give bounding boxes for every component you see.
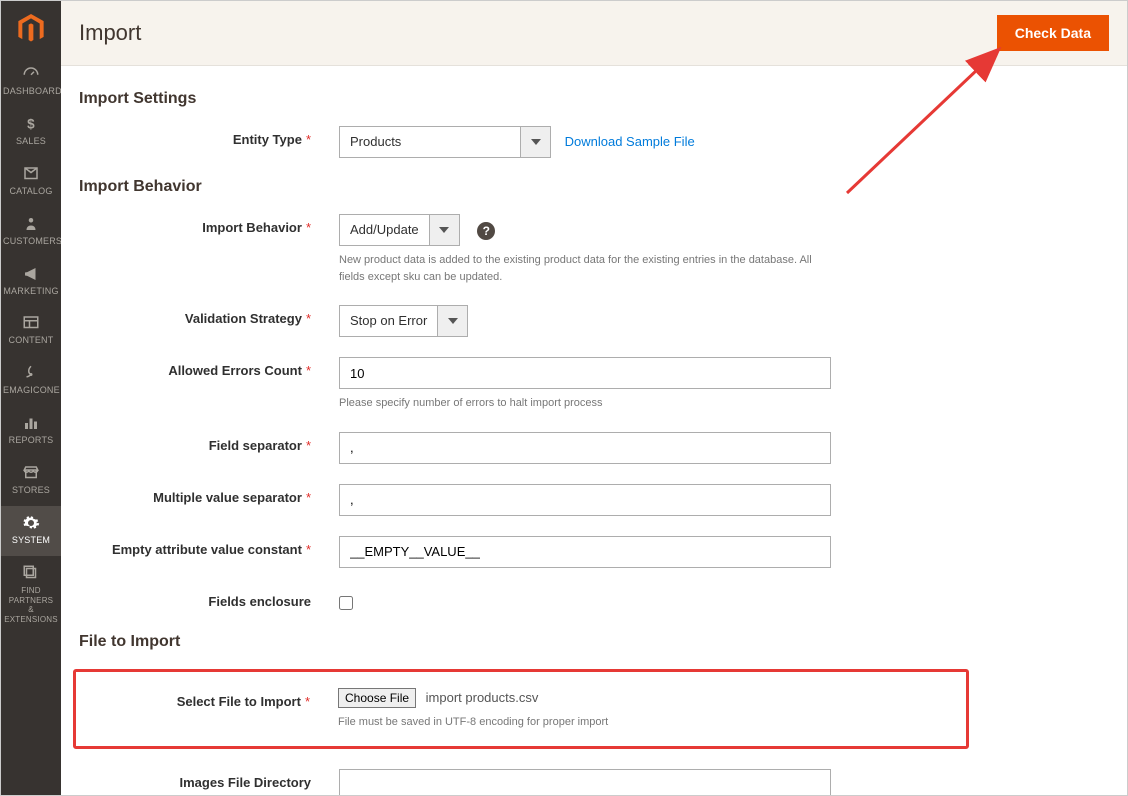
sidebar-label: DASHBOARD — [3, 87, 59, 97]
label-images-dir: Images File Directory — [79, 769, 339, 790]
import-behavior-hint: New product data is added to the existin… — [339, 252, 839, 285]
allowed-errors-input[interactable] — [339, 357, 831, 389]
section-import-behavior: Import Behavior — [79, 178, 1109, 196]
sidebar-label: CONTENT — [3, 336, 59, 346]
content-area: Import Settings Entity Type* Products Do… — [61, 66, 1127, 795]
download-sample-link[interactable]: Download Sample File — [565, 134, 695, 149]
sidebar-label: STORES — [3, 486, 59, 496]
validation-strategy-select[interactable]: Stop on Error — [339, 305, 468, 337]
multi-separator-input[interactable] — [339, 484, 831, 516]
dropdown-arrow-icon[interactable] — [429, 215, 459, 245]
validation-strategy-value: Stop on Error — [340, 306, 437, 336]
label-fields-enclosure: Fields enclosure — [79, 588, 339, 609]
admin-sidebar: DASHBOARD $ SALES CATALOG CUSTOMERS MARK… — [1, 1, 61, 795]
label-validation-strategy: Validation Strategy* — [79, 305, 339, 326]
sidebar-item-stores[interactable]: STORES — [1, 456, 61, 506]
page-header: Import Check Data — [61, 1, 1127, 66]
import-behavior-select[interactable]: Add/Update — [339, 214, 460, 246]
section-import-settings: Import Settings — [79, 90, 1109, 108]
sidebar-item-catalog[interactable]: CATALOG — [1, 157, 61, 207]
sidebar-label: CUSTOMERS — [3, 237, 59, 247]
label-select-file: Select File to Import* — [90, 688, 338, 709]
sidebar-label: MARKETING — [3, 287, 59, 297]
dropdown-arrow-icon[interactable] — [520, 127, 550, 157]
magento-logo[interactable] — [1, 1, 61, 57]
sidebar-item-emagicone[interactable]: EMAGICONE — [1, 356, 61, 406]
sidebar-item-customers[interactable]: CUSTOMERS — [1, 207, 61, 257]
label-entity-type: Entity Type* — [79, 126, 339, 147]
sidebar-label: FIND PARTNERS & EXTENSIONS — [3, 586, 59, 624]
sidebar-label: SALES — [3, 137, 59, 147]
help-icon[interactable]: ? — [477, 222, 495, 240]
select-file-hint: File must be saved in UTF-8 encoding for… — [338, 714, 838, 731]
sidebar-label: EMAGICONE — [3, 386, 59, 396]
sidebar-item-dashboard[interactable]: DASHBOARD — [1, 57, 61, 107]
sidebar-item-partners[interactable]: FIND PARTNERS & EXTENSIONS — [1, 556, 61, 634]
label-multi-separator: Multiple value separator* — [79, 484, 339, 505]
sidebar-item-sales[interactable]: $ SALES — [1, 107, 61, 157]
entity-type-select[interactable]: Products — [339, 126, 551, 158]
sidebar-label: REPORTS — [3, 436, 59, 446]
label-field-separator: Field separator* — [79, 432, 339, 453]
fields-enclosure-checkbox[interactable] — [339, 596, 353, 610]
page-title: Import — [79, 20, 141, 46]
import-behavior-value: Add/Update — [340, 215, 429, 245]
allowed-errors-hint: Please specify number of errors to halt … — [339, 395, 839, 412]
select-file-highlight: Select File to Import* Choose File impor… — [73, 669, 969, 750]
dropdown-arrow-icon[interactable] — [437, 306, 467, 336]
images-dir-input[interactable] — [339, 769, 831, 795]
sidebar-item-content[interactable]: CONTENT — [1, 306, 61, 356]
check-data-button[interactable]: Check Data — [997, 15, 1109, 51]
entity-type-value: Products — [340, 127, 520, 157]
field-separator-input[interactable] — [339, 432, 831, 464]
label-empty-const: Empty attribute value constant* — [79, 536, 339, 557]
section-file-to-import: File to Import — [79, 633, 1109, 651]
sidebar-item-marketing[interactable]: MARKETING — [1, 257, 61, 307]
selected-file-name: import products.csv — [426, 690, 539, 705]
choose-file-button[interactable]: Choose File — [338, 688, 416, 708]
empty-const-input[interactable] — [339, 536, 831, 568]
sidebar-item-reports[interactable]: REPORTS — [1, 406, 61, 456]
svg-text:$: $ — [27, 116, 35, 131]
sidebar-label: SYSTEM — [3, 536, 59, 546]
label-allowed-errors: Allowed Errors Count* — [79, 357, 339, 378]
sidebar-item-system[interactable]: SYSTEM — [1, 506, 61, 556]
sidebar-label: CATALOG — [3, 187, 59, 197]
label-import-behavior: Import Behavior* — [79, 214, 339, 235]
